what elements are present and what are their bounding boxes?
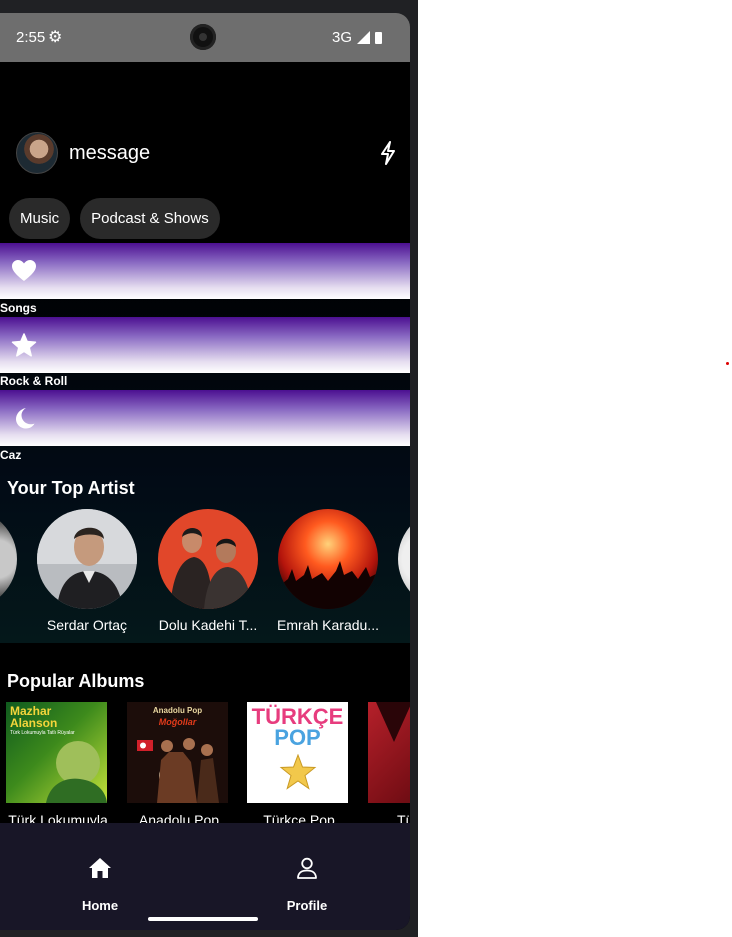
album-art-band xyxy=(137,738,219,803)
network-type: 3G xyxy=(331,29,352,46)
album-card-anadolu-pop[interactable]: Anadolu Pop Moğollar Anadolu Pop xyxy=(127,702,228,828)
status-indicators: 3G xyxy=(332,29,382,46)
playlist-label-rock-roll: Rock & Roll xyxy=(0,374,68,388)
artist-image xyxy=(158,509,258,609)
star-badge-icon xyxy=(279,754,317,790)
nav-profile[interactable]: Profile xyxy=(275,857,339,913)
signal-icon xyxy=(357,31,370,44)
star-icon xyxy=(11,333,37,357)
chip-music[interactable]: Music xyxy=(9,198,71,239)
artist-card-partial-left[interactable] xyxy=(0,509,17,609)
person-icon xyxy=(297,857,317,879)
heart-icon xyxy=(12,260,36,281)
artist-name: Dolu Kadehi T... xyxy=(158,617,258,633)
moon-icon xyxy=(16,408,35,429)
album-cover-text: Mazhar Alanson xyxy=(10,704,58,730)
page-title: message xyxy=(69,141,151,164)
album-cover xyxy=(368,702,410,803)
artist-image xyxy=(37,509,137,609)
album-cover-subtext: Türk Lokumuyla Tatlı Rüyalar xyxy=(10,730,75,736)
home-icon xyxy=(89,858,111,878)
artist-card-serdar-ortac[interactable]: Serdar Ortaç xyxy=(37,509,137,633)
album-cover: Mazhar Alanson Türk Lokumuyla Tatlı Rüya… xyxy=(6,702,107,803)
artist-card-dolu-kadehi[interactable]: Dolu Kadehi T... xyxy=(158,509,258,633)
settings-gear-icon: ⚙ xyxy=(48,29,63,46)
nav-home[interactable]: Home xyxy=(68,857,132,913)
status-time: 2:55 xyxy=(16,29,46,46)
playlist-card-songs[interactable] xyxy=(0,243,410,299)
chip-podcast-shows[interactable]: Podcast & Shows xyxy=(80,198,220,239)
artist-image xyxy=(398,509,410,609)
album-cover: TÜRKÇE POP xyxy=(247,702,348,803)
front-camera xyxy=(190,24,216,50)
album-art-figure xyxy=(46,741,107,803)
section-title-popular-albums: Popular Albums xyxy=(7,671,145,691)
artist-image xyxy=(0,509,17,609)
lightning-bolt-icon[interactable] xyxy=(380,141,396,165)
album-art-shape xyxy=(376,702,410,742)
battery-icon xyxy=(375,31,382,44)
album-cover-subtext: Moğollar xyxy=(158,717,197,727)
artist-image xyxy=(278,509,378,609)
album-card-turkiye[interactable]: Türkiye xyxy=(368,702,410,828)
album-cover: Anadolu Pop Moğollar xyxy=(127,702,228,803)
touch-indicator-dot xyxy=(726,362,729,365)
album-cover-subtext: POP xyxy=(274,725,321,750)
bottom-navigation: Home Profile xyxy=(0,823,410,930)
filter-chips: Music Podcast & Shows xyxy=(9,198,220,239)
album-card-turk-lokumuyla[interactable]: Mazhar Alanson Türk Lokumuyla Tatlı Rüya… xyxy=(6,702,108,828)
nav-profile-label: Profile xyxy=(286,898,328,913)
artist-card-emrah-karaduman[interactable]: Emrah Karadu... xyxy=(277,509,379,633)
gesture-home-indicator[interactable] xyxy=(148,917,258,921)
album-card-turkce-pop[interactable]: TÜRKÇE POP Türkçe Pop xyxy=(247,702,348,828)
artist-card-partial-right[interactable] xyxy=(398,509,410,609)
playlist-label-caz: Caz xyxy=(0,448,22,462)
status-bar: 2:55 ⚙ 3G xyxy=(0,13,410,62)
app-header: message xyxy=(16,132,151,174)
phone-screen: 2:55 ⚙ 3G message Music Podcast & Shows … xyxy=(0,13,410,930)
artist-name: Serdar Ortaç xyxy=(46,617,128,633)
playlist-card-caz[interactable] xyxy=(0,390,410,446)
artist-name: Emrah Karadu... xyxy=(277,617,379,633)
album-cover-text: Anadolu Pop xyxy=(152,706,203,715)
section-title-top-artist: Your Top Artist xyxy=(7,478,135,498)
playlist-label-songs: Songs xyxy=(0,301,37,315)
avatar[interactable] xyxy=(16,132,58,174)
playlist-card-rock-roll[interactable] xyxy=(0,317,410,373)
nav-home-label: Home xyxy=(81,898,119,913)
